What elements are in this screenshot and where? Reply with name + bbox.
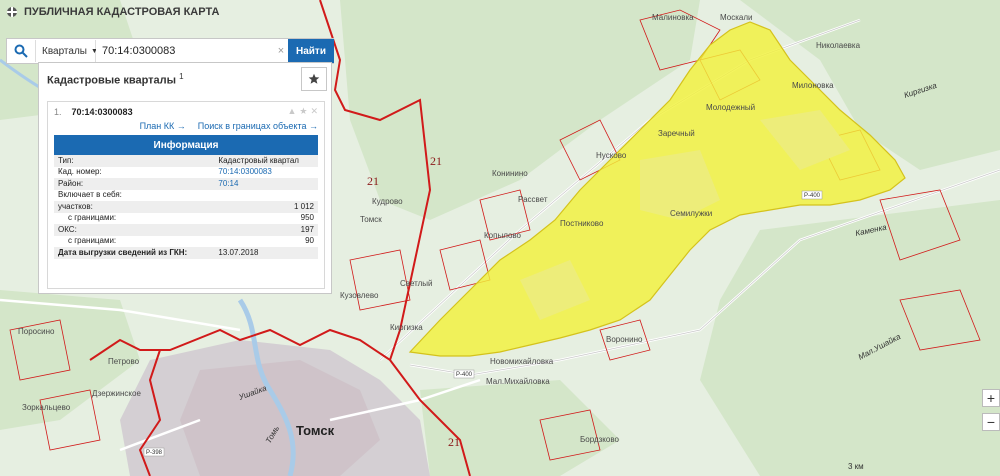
scale-label: 3 км <box>848 462 864 471</box>
row-label: участков: <box>54 201 215 213</box>
app-logo-icon <box>7 7 17 17</box>
row-value: 950 <box>300 213 314 223</box>
label-zorkaltsevo: Зоркальцево <box>22 403 71 412</box>
label-malinovka: Малиновка <box>652 13 694 22</box>
results-panel: Кадастровые кварталы 1 1. 70:14:0300083 … <box>38 62 332 294</box>
row-value: 90 <box>305 236 314 246</box>
label-semiluzhki: Семилужки <box>670 209 712 218</box>
results-count: 1 <box>179 71 184 81</box>
row-value-link[interactable]: 70:14 <box>214 178 318 190</box>
row-label: Кад. номер: <box>58 167 102 177</box>
info-table: Тип: Кадастровый квартал Кад. номер: 70:14… <box>54 155 318 259</box>
row-label: Район: <box>54 178 215 190</box>
result-id: 70:14:0300083 <box>71 106 133 117</box>
clear-icon[interactable]: × <box>274 45 288 57</box>
zoom-controls: + − <box>982 389 1000 445</box>
results-title-text: Кадастровые кварталы <box>47 74 177 87</box>
search-bar: Кварталы ▼ × Найти <box>6 38 334 64</box>
star-outline-icon[interactable]: ★ <box>299 106 307 117</box>
favorite-button[interactable] <box>301 67 327 91</box>
table-row: Район: 70:14 <box>54 178 318 190</box>
label-borzhkovo: Бордзково <box>580 435 620 444</box>
result-item[interactable]: 1. 70:14:0300083 ▲ ★ ✕ <box>54 106 318 117</box>
label-konininino: Конинино <box>492 169 528 178</box>
svg-text:Р-400: Р-400 <box>456 372 473 378</box>
row-label: с границами: <box>68 213 117 223</box>
label-moskali: Москали <box>720 13 752 22</box>
result-links: План КК → Поиск в границах объекта → <box>54 121 318 131</box>
plan-link[interactable]: План КК → <box>140 121 186 131</box>
label-nuskovo: Нусково <box>596 151 627 160</box>
row-label: Включает в себя: <box>58 190 122 200</box>
search-within-link[interactable]: Поиск в границах объекта → <box>198 121 318 131</box>
table-row: ОКС: 197 <box>54 224 318 236</box>
label-novomikhaylovka: Новомихайловка <box>490 357 554 366</box>
row-value: Кадастровый квартал <box>214 155 318 167</box>
zoom-out-button[interactable]: − <box>982 413 1000 431</box>
table-row: Кад. номер: 70:14:0300083 <box>54 167 318 179</box>
row-value: 197 <box>214 224 318 236</box>
search-input[interactable] <box>96 40 274 62</box>
result-number: 1. <box>54 106 62 117</box>
label-tomsk-small: Томск <box>360 215 382 224</box>
search-type-label: Кварталы <box>42 45 87 57</box>
results-header: Кадастровые кварталы 1 <box>39 63 331 95</box>
row-label: Тип: <box>54 155 215 167</box>
row-label: с границами: <box>68 236 117 246</box>
label-svetly: Светлый <box>400 279 433 288</box>
label-postnikovo: Постниково <box>560 219 604 228</box>
district-number-3: 21 <box>448 435 460 449</box>
info-header: Информация <box>54 135 318 155</box>
row-value-link[interactable]: 70:14:0300083 <box>214 167 318 179</box>
label-mal-mikhaylovka: Мал.Михайловка <box>486 377 550 386</box>
search-type-select[interactable]: Кварталы ▼ <box>36 40 98 62</box>
road-shield-2: Р-400 <box>453 369 475 379</box>
results-title: Кадастровые кварталы 1 <box>47 72 184 87</box>
row-label: Дата выгрузки сведений из ГКН: <box>54 247 215 259</box>
label-kirgizka: Киргизка <box>390 323 423 332</box>
close-icon[interactable]: ✕ <box>310 106 318 117</box>
row-label: ОКС: <box>54 224 215 236</box>
label-kudrovo: Кудрово <box>372 197 403 206</box>
table-row: участков: 1 012 <box>54 201 318 213</box>
table-row: с границами: 90 <box>54 236 318 248</box>
district-number-2: 21 <box>367 174 379 188</box>
label-porosino: Поросино <box>18 327 55 336</box>
label-dzerzhinskoe: Дзержинское <box>92 389 141 398</box>
road-shield-1: Р-400 <box>801 190 823 200</box>
label-kopylovo: Копылово <box>484 231 522 240</box>
zoom-in-button[interactable]: + <box>982 389 1000 407</box>
table-row: с границами: 950 <box>54 213 318 225</box>
result-tools: ▲ ★ ✕ <box>287 106 318 117</box>
label-molodezhny: Молодежный <box>706 103 755 112</box>
search-icon[interactable] <box>7 40 36 62</box>
district-number-1: 21 <box>430 154 442 168</box>
svg-text:Р-398: Р-398 <box>146 450 163 456</box>
label-rassvet: Рассвет <box>518 195 548 204</box>
label-zarechny: Заречный <box>658 129 695 138</box>
label-voronino: Воронино <box>606 335 643 344</box>
row-value: 1 012 <box>214 201 318 213</box>
scale-bar: 3 км <box>848 462 864 471</box>
svg-text:Р-400: Р-400 <box>804 193 821 199</box>
table-row: Тип: Кадастровый квартал <box>54 155 318 167</box>
road-shield-3: Р-398 <box>143 447 165 457</box>
row-value: 13.07.2018 <box>214 247 318 259</box>
find-button[interactable]: Найти <box>288 39 334 63</box>
warning-icon[interactable]: ▲ <box>287 106 296 117</box>
label-tomsk-city: Томск <box>296 423 335 438</box>
star-icon <box>308 73 320 84</box>
label-petrovo: Петрово <box>108 357 140 366</box>
result-card: 1. 70:14:0300083 ▲ ★ ✕ План КК → Поиск в… <box>47 101 325 289</box>
label-nikolaevka: Николаевка <box>816 41 861 50</box>
table-row: Дата выгрузки сведений из ГКН: 13.07.2018 <box>54 247 318 259</box>
table-row: Включает в себя: <box>54 190 318 202</box>
app-title: ПУБЛИЧНАЯ КАДАСТРОВАЯ КАРТА <box>6 6 219 18</box>
label-milyonovka: Милоновка <box>792 81 834 90</box>
label-kuzovlevo: Кузовлево <box>340 291 379 300</box>
app-title-text: ПУБЛИЧНАЯ КАДАСТРОВАЯ КАРТА <box>24 6 220 18</box>
